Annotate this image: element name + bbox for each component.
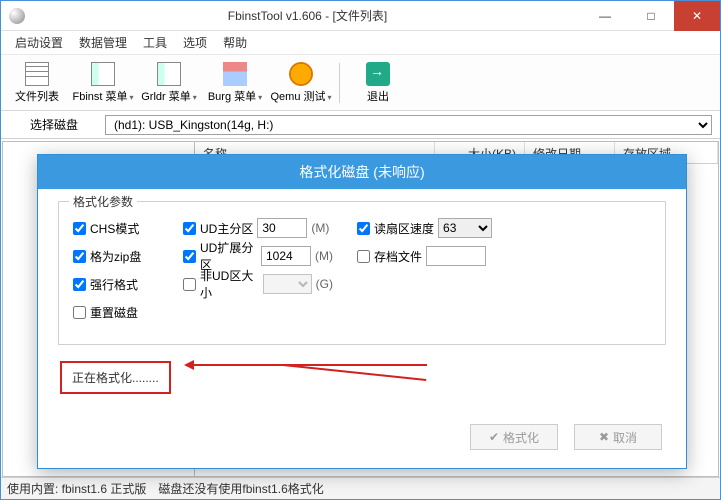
app-icon [9,8,25,24]
chs-mode-checkbox[interactable] [73,222,86,235]
dialog-buttons: ✔ 格式化 ✖ 取消 [58,424,666,450]
chevron-down-icon: ▾ [328,93,332,102]
ud-extended-input[interactable] [261,246,311,266]
menu-help[interactable]: 帮助 [215,34,255,51]
exit-label: 退出 [367,91,389,103]
file-list-label: 文件列表 [15,91,59,103]
format-status-text: 正在格式化........ [60,361,171,394]
exit-button[interactable]: 退出 [346,58,410,108]
fbinst-label: Fbinst 菜单 [72,91,127,103]
zip-format-checkbox[interactable] [73,250,86,263]
format-disk-dialog: 格式化磁盘 (未响应) 格式化参数 CHS模式 UD主分区 (M) 读扇区速度 [37,154,687,469]
check-icon: ✔ [489,430,499,444]
ud-primary-label: UD主分区 [200,220,253,237]
status-left: 使用内置: fbinst1.6 正式版 [7,480,146,497]
window-title: FbinstTool v1.606 - [文件列表] [33,7,582,24]
fbinst-menu-button[interactable]: Fbinst 菜单▾ [71,58,135,108]
sheet-icon [91,62,115,86]
cancel-button-label: 取消 [613,429,637,446]
non-ud-size-unit: (G) [316,277,333,291]
chs-mode-label: CHS模式 [90,220,139,237]
non-ud-size-label: 非UD区大小 [200,267,259,301]
qemu-icon [289,62,313,86]
format-button[interactable]: ✔ 格式化 [470,424,558,450]
window-controls: — □ ✕ [582,1,720,30]
cancel-icon: ✖ [599,430,609,444]
ud-primary-input[interactable] [257,218,307,238]
archive-file-checkbox[interactable] [357,250,370,263]
title-bar: FbinstTool v1.606 - [文件列表] — □ ✕ [1,1,720,31]
non-ud-size-select [263,274,312,294]
menu-boot-settings[interactable]: 启动设置 [7,34,71,51]
chevron-down-icon: ▾ [193,93,197,102]
close-button[interactable]: ✕ [674,1,720,31]
menu-bar: 启动设置 数据管理 工具 选项 帮助 [1,31,720,55]
menu-options[interactable]: 选项 [175,34,215,51]
ud-primary-unit: (M) [311,221,329,235]
burg-label: Burg 菜单 [208,91,256,103]
toolbar-separator [339,63,340,103]
read-speed-checkbox[interactable] [357,222,370,235]
group-legend: 格式化参数 [69,193,137,210]
dialog-title: 格式化磁盘 (未响应) [38,155,686,189]
menu-data-management[interactable]: 数据管理 [71,34,135,51]
disk-selector-label: 选择磁盘 [9,116,99,133]
list-icon [25,62,49,86]
toolbar: 文件列表 Fbinst 菜单▾ Grldr 菜单▾ Burg 菜单▾ Qemu … [1,55,720,111]
ud-extended-unit: (M) [315,249,333,263]
grldr-label: Grldr 菜单 [141,91,191,103]
minimize-button[interactable]: — [582,1,628,31]
maximize-button[interactable]: □ [628,1,674,31]
format-button-label: 格式化 [503,429,539,446]
qemu-test-button[interactable]: Qemu 测试▾ [269,58,333,108]
burg-menu-button[interactable]: Burg 菜单▾ [203,58,267,108]
format-params-group: 格式化参数 CHS模式 UD主分区 (M) 读扇区速度 63 [58,201,666,345]
status-bar: 使用内置: fbinst1.6 正式版 磁盘还没有使用fbinst1.6格式化 [1,477,720,499]
disk-select[interactable]: (hd1): USB_Kingston(14g, H:) [105,115,712,135]
cancel-button[interactable]: ✖ 取消 [574,424,662,450]
exit-icon [366,62,390,86]
ud-primary-checkbox[interactable] [183,222,196,235]
dialog-body: 格式化参数 CHS模式 UD主分区 (M) 读扇区速度 63 [38,189,686,468]
menu-tools[interactable]: 工具 [135,34,175,51]
chevron-down-icon: ▾ [130,93,134,102]
file-list-button[interactable]: 文件列表 [5,58,69,108]
chevron-down-icon: ▾ [258,93,262,102]
ud-extended-checkbox[interactable] [183,250,196,263]
force-format-checkbox[interactable] [73,278,86,291]
non-ud-size-checkbox[interactable] [183,278,196,291]
read-speed-label: 读扇区速度 [374,220,434,237]
read-speed-select[interactable]: 63 [438,218,492,238]
burg-icon [223,62,247,86]
disk-selector-row: 选择磁盘 (hd1): USB_Kingston(14g, H:) [1,111,720,139]
status-right: 磁盘还没有使用fbinst1.6格式化 [158,480,323,497]
archive-file-label: 存档文件 [374,248,422,265]
archive-file-input[interactable] [426,246,486,266]
qemu-label: Qemu 测试 [270,91,325,103]
zip-format-label: 格为zip盘 [90,248,141,265]
sheet-icon [157,62,181,86]
grldr-menu-button[interactable]: Grldr 菜单▾ [137,58,201,108]
force-format-label: 强行格式 [90,276,138,293]
reset-disk-label: 重置磁盘 [90,304,138,321]
reset-disk-checkbox[interactable] [73,306,86,319]
